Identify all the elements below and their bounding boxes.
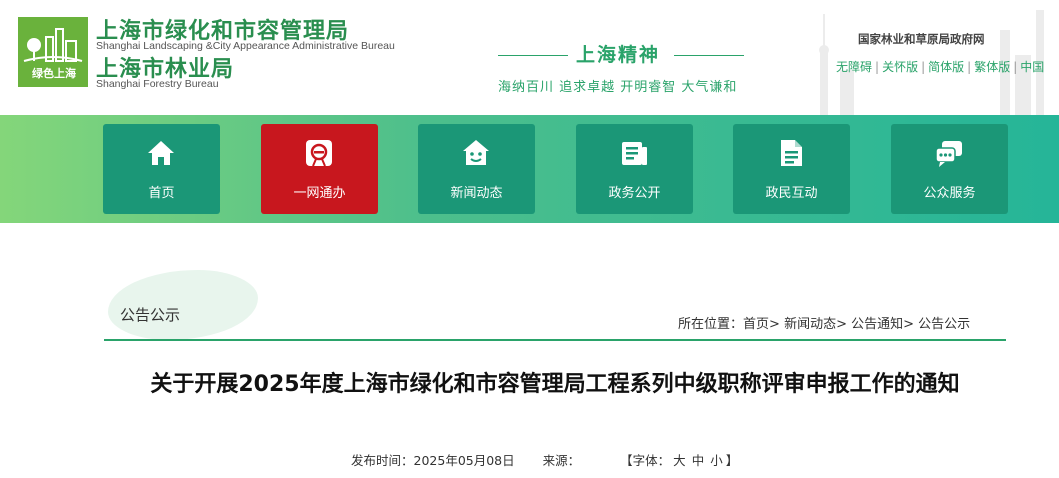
forestry-title-en: Shanghai Forestry Bureau: [96, 78, 219, 90]
top-links: 无障碍 | 关怀版 | 简体版 | 繁体版 | 中国: [836, 58, 1044, 75]
nav-item-one-stop[interactable]: 一网通办: [261, 124, 378, 214]
nav-label: 公众服务: [923, 186, 976, 201]
slogan-line-right: [674, 55, 744, 56]
publish-date: 2025年05月08日: [413, 453, 515, 468]
slogan: 上海精神 海纳百川 追求卓越 开明睿智 大气谦和: [498, 38, 758, 98]
separator: |: [921, 60, 926, 74]
nav-item-interaction[interactable]: 政民互动: [733, 124, 850, 214]
document-icon: [781, 140, 802, 166]
font-size-small[interactable]: 小: [710, 453, 723, 468]
gov-link[interactable]: 国家林业和草原局政府网: [858, 31, 985, 47]
font-size-medium[interactable]: 中: [692, 453, 705, 468]
breadcrumb-notices[interactable]: 公告通知: [851, 317, 903, 332]
section-title: 公告公示: [120, 306, 181, 324]
font-size-control: 【字体：大中小】: [620, 453, 738, 468]
slogan-line-left: [498, 55, 568, 56]
font-close: 】: [725, 453, 739, 468]
font-label: 【字体：: [620, 453, 671, 468]
header: 绿色上海 上海市绿化和市容管理局 Shanghai Landscaping &C…: [0, 0, 1059, 115]
nav-item-gov-affairs[interactable]: 政务公开: [576, 124, 693, 214]
nav-item-home[interactable]: 首页: [103, 124, 220, 214]
nav-label: 一网通办: [293, 186, 346, 201]
nav-item-public-service[interactable]: 公众服务: [891, 124, 1008, 214]
separator: |: [1013, 60, 1018, 74]
section-divider: [104, 339, 1006, 341]
nav-item-news[interactable]: 新闻动态: [418, 124, 535, 214]
chat-icon: [935, 141, 962, 167]
nav-label: 政务公开: [608, 186, 661, 201]
breadcrumb-news[interactable]: 新闻动态: [784, 317, 836, 332]
separator: |: [875, 60, 880, 74]
site-logo[interactable]: 绿色上海: [18, 17, 88, 87]
separator: |: [967, 60, 972, 74]
breadcrumb-separator: >: [769, 317, 785, 332]
breadcrumb-current[interactable]: 公告公示: [918, 317, 970, 332]
link-simplified[interactable]: 简体版: [928, 60, 964, 74]
breadcrumb-prefix: 所在位置：: [678, 317, 744, 332]
publish-label: 发布时间：: [351, 453, 414, 468]
source-label: 来源：: [542, 453, 581, 468]
slogan-subtitle: 海纳百川 追求卓越 开明睿智 大气谦和: [498, 80, 738, 95]
breadcrumb-home[interactable]: 首页: [743, 317, 769, 332]
main-nav: 首页 一网通办 新闻动态 政务公开 政民互动 公众服务: [0, 115, 1059, 223]
nav-label: 政民互动: [765, 186, 818, 201]
link-accessibility[interactable]: 无障碍: [836, 60, 872, 74]
link-care[interactable]: 关怀版: [882, 60, 918, 74]
article-title: 关于开展2025年度上海市绿化和市容管理局工程系列中级职称评审申报工作的通知: [150, 372, 960, 397]
slogan-title: 上海精神: [576, 44, 661, 66]
logo-text: 绿色上海: [32, 67, 76, 80]
news-icon: [463, 140, 489, 165]
home-icon: [148, 141, 174, 165]
font-size-large[interactable]: 大: [673, 453, 686, 468]
nav-label: 新闻动态: [450, 186, 503, 201]
breadcrumb: 所在位置：首页> 新闻动态> 公告通知> 公告公示: [678, 313, 970, 332]
one-stop-icon: [306, 140, 332, 167]
breadcrumb-separator: >: [903, 317, 919, 332]
link-traditional[interactable]: 繁体版: [974, 60, 1010, 74]
article-meta: 发布时间：2025年05月08日 来源： 【字体：大中小】: [351, 450, 738, 469]
link-china[interactable]: 中国: [1020, 60, 1044, 74]
nav-label: 首页: [148, 186, 175, 201]
gov-affairs-icon: [622, 142, 647, 165]
page: 绿色上海 上海市绿化和市容管理局 Shanghai Landscaping &C…: [0, 0, 1059, 478]
breadcrumb-separator: >: [836, 317, 852, 332]
